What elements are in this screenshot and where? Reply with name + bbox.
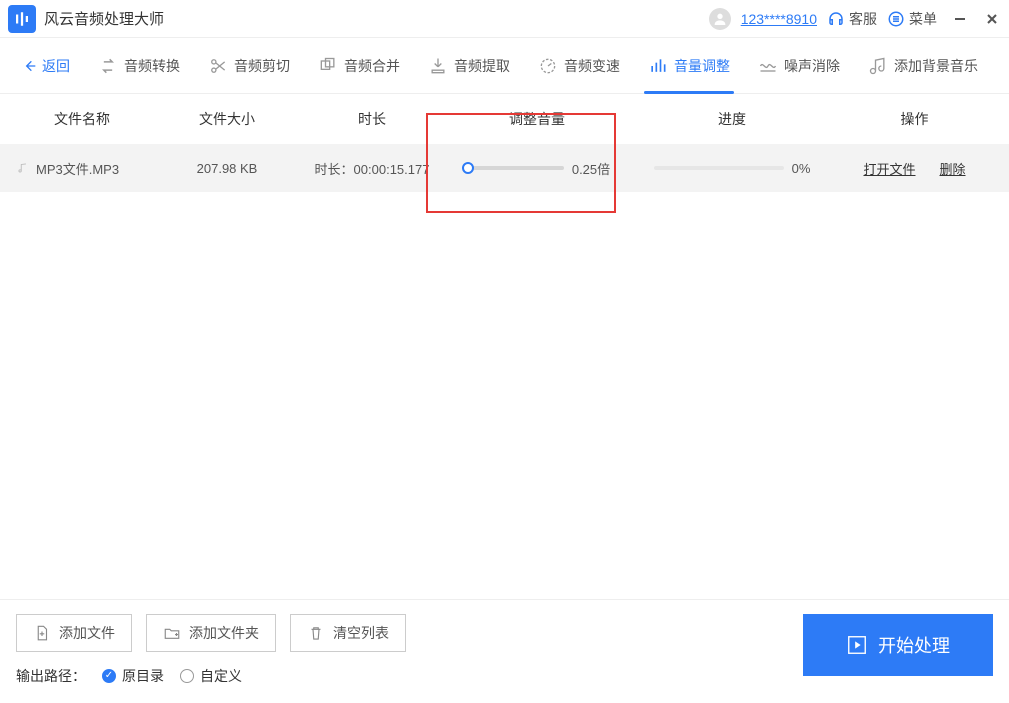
cell-filename: MP3文件.MP3 bbox=[12, 159, 152, 178]
tab-label: 音频变速 bbox=[564, 56, 620, 76]
radio-original-dir[interactable]: 原目录 bbox=[102, 666, 164, 686]
minimize-icon bbox=[953, 12, 967, 26]
cell-duration: 时长：00:00:15.177 bbox=[302, 159, 442, 178]
minimize-button[interactable] bbox=[951, 10, 969, 28]
radio-icon bbox=[180, 669, 194, 683]
tab-label: 音频提取 bbox=[454, 56, 510, 76]
tab-audio-merge[interactable]: 音频合并 bbox=[304, 38, 414, 94]
convert-icon bbox=[98, 56, 118, 76]
start-button[interactable]: 开始处理 bbox=[803, 614, 993, 676]
output-label: 输出路径： bbox=[16, 666, 86, 686]
support-label: 客服 bbox=[849, 9, 877, 29]
music-icon bbox=[868, 56, 888, 76]
avatar[interactable] bbox=[709, 8, 731, 30]
close-icon bbox=[985, 12, 999, 26]
col-header-progress: 进度 bbox=[632, 109, 832, 129]
tab-volume-adjust[interactable]: 音量调整 bbox=[634, 38, 744, 94]
add-file-label: 添加文件 bbox=[59, 623, 115, 643]
tab-label: 噪声消除 bbox=[784, 56, 840, 76]
tab-audio-cut[interactable]: 音频剪切 bbox=[194, 38, 304, 94]
tab-label: 音频剪切 bbox=[234, 56, 290, 76]
add-folder-button[interactable]: 添加文件夹 bbox=[146, 614, 276, 652]
progress-value: 0% bbox=[792, 161, 811, 176]
filename-text: MP3文件.MP3 bbox=[36, 159, 119, 178]
close-button[interactable] bbox=[983, 10, 1001, 28]
progress-bar bbox=[654, 166, 784, 170]
arrow-left-icon bbox=[22, 58, 38, 74]
table-row: MP3文件.MP3 207.98 KB 时长：00:00:15.177 0.25… bbox=[0, 144, 1009, 192]
tab-audio-speed[interactable]: 音频变速 bbox=[524, 38, 634, 94]
back-label: 返回 bbox=[42, 56, 70, 76]
user-id-link[interactable]: 123****8910 bbox=[741, 11, 817, 27]
col-header-volume: 调整音量 bbox=[442, 109, 632, 129]
tab-label: 音频合并 bbox=[344, 56, 400, 76]
support-button[interactable]: 客服 bbox=[827, 9, 877, 29]
volume-value: 0.25倍 bbox=[572, 159, 610, 178]
add-file-button[interactable]: 添加文件 bbox=[16, 614, 132, 652]
title-bar: 风云音频处理大师 123****8910 客服 菜单 bbox=[0, 0, 1009, 38]
duration-value: 00:00:15.177 bbox=[354, 162, 430, 177]
bottom-bar: 添加文件 添加文件夹 清空列表 开始处理 输出路径： 原目录 自定义 bbox=[0, 599, 1009, 703]
delete-link[interactable]: 删除 bbox=[940, 159, 966, 178]
content-area: 文件名称 文件大小 时长 调整音量 进度 操作 MP3文件.MP3 207.98… bbox=[0, 94, 1009, 599]
user-icon bbox=[712, 11, 728, 27]
table-header: 文件名称 文件大小 时长 调整音量 进度 操作 bbox=[0, 94, 1009, 144]
col-header-size: 文件大小 bbox=[152, 109, 302, 129]
cell-filesize: 207.98 KB bbox=[152, 161, 302, 176]
tab-bgm[interactable]: 添加背景音乐 bbox=[854, 38, 992, 94]
open-file-link[interactable]: 打开文件 bbox=[863, 159, 915, 178]
tab-audio-extract[interactable]: 音频提取 bbox=[414, 38, 524, 94]
app-logo bbox=[8, 5, 36, 33]
clear-list-button[interactable]: 清空列表 bbox=[290, 614, 406, 652]
trash-icon bbox=[307, 624, 325, 642]
col-header-ops: 操作 bbox=[832, 109, 997, 129]
menu-label: 菜单 bbox=[909, 9, 937, 29]
add-folder-label: 添加文件夹 bbox=[189, 623, 259, 643]
radio-icon bbox=[102, 669, 116, 683]
back-button[interactable]: 返回 bbox=[8, 56, 84, 76]
file-plus-icon bbox=[33, 624, 51, 642]
duration-label: 时长： bbox=[315, 162, 354, 177]
music-file-icon bbox=[16, 161, 30, 175]
tab-audio-convert[interactable]: 音频转换 bbox=[84, 38, 194, 94]
col-header-duration: 时长 bbox=[302, 109, 442, 129]
tab-noise-remove[interactable]: 噪声消除 bbox=[744, 38, 854, 94]
start-label: 开始处理 bbox=[878, 632, 950, 658]
cell-progress: 0% bbox=[632, 161, 832, 176]
slider-thumb[interactable] bbox=[462, 162, 474, 174]
cell-volume: 0.25倍 bbox=[442, 159, 632, 178]
play-icon bbox=[846, 634, 868, 656]
volume-slider[interactable] bbox=[464, 166, 564, 170]
col-header-name: 文件名称 bbox=[12, 109, 152, 129]
radio-custom-dir[interactable]: 自定义 bbox=[180, 666, 242, 686]
clear-list-label: 清空列表 bbox=[333, 623, 389, 643]
menu-button[interactable]: 菜单 bbox=[887, 9, 937, 29]
equalizer-icon bbox=[13, 10, 31, 28]
radio-original-label: 原目录 bbox=[122, 666, 164, 686]
noise-icon bbox=[758, 56, 778, 76]
tab-label: 音频转换 bbox=[124, 56, 180, 76]
merge-icon bbox=[318, 56, 338, 76]
speed-icon bbox=[538, 56, 558, 76]
tab-label: 添加背景音乐 bbox=[894, 56, 978, 76]
volume-bars-icon bbox=[648, 56, 668, 76]
toolbar: 返回 音频转换 音频剪切 音频合并 音频提取 音频变速 音量调整 噪声消除 添加… bbox=[0, 38, 1009, 94]
headset-icon bbox=[827, 10, 845, 28]
folder-plus-icon bbox=[163, 624, 181, 642]
tab-label: 音量调整 bbox=[674, 56, 730, 76]
scissors-icon bbox=[208, 56, 228, 76]
app-title: 风云音频处理大师 bbox=[44, 8, 164, 29]
cell-operations: 打开文件 删除 bbox=[832, 159, 997, 178]
extract-icon bbox=[428, 56, 448, 76]
radio-custom-label: 自定义 bbox=[200, 666, 242, 686]
menu-icon bbox=[887, 10, 905, 28]
